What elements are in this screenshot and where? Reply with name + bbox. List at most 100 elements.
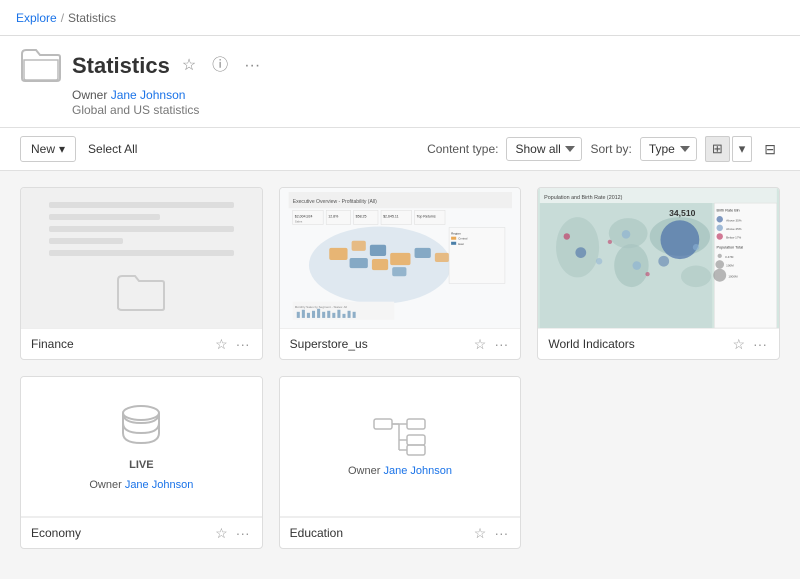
card-economy[interactable]: LIVE Owner Jane Johnson Economy ☆ ··· [20, 376, 263, 549]
owner-line: Owner Jane Johnson [72, 88, 780, 102]
superstore-chart-icon: Executive Overview - Profitability (All)… [284, 192, 517, 324]
svg-text:Sales: Sales [294, 219, 302, 223]
more-superstore-button[interactable]: ··· [492, 335, 510, 353]
svg-text:Top Returns: Top Returns [416, 214, 435, 218]
favorite-education-button[interactable]: ☆ [472, 524, 489, 542]
db-svg-icon [121, 403, 161, 451]
card-name-world: World Indicators [548, 337, 730, 351]
education-owner-info: Owner Jane Johnson [348, 465, 452, 477]
svg-text:$58.25: $58.25 [355, 214, 366, 218]
card-footer-superstore: Superstore_us ☆ ··· [280, 328, 521, 359]
favorite-economy-button[interactable]: ☆ [213, 524, 230, 542]
svg-text:Above 25%: Above 25% [727, 227, 743, 231]
more-economy-button[interactable]: ··· [234, 524, 252, 542]
breadcrumb-current: Statistics [68, 11, 116, 25]
svg-text:Birth Rate Bin: Birth Rate Bin [717, 209, 740, 213]
svg-text:Population Total: Population Total [717, 245, 744, 249]
card-footer-economy: Economy ☆ ··· [21, 517, 262, 548]
card-name-superstore: Superstore_us [290, 337, 472, 351]
filter-button[interactable]: ⊟ [760, 137, 780, 162]
page-title: Statistics [72, 53, 170, 79]
grid-view-button-2[interactable]: ▾ [732, 136, 753, 162]
finance-line-1 [49, 202, 234, 208]
favorite-finance-button[interactable]: ☆ [213, 335, 230, 353]
card-thumb-finance [21, 188, 262, 328]
favorite-superstore-button[interactable]: ☆ [472, 335, 489, 353]
breadcrumb-explore[interactable]: Explore [16, 11, 57, 25]
svg-text:Executive Overview - Profitabi: Executive Overview - Profitability (All) [292, 199, 376, 205]
header-section: Statistics ☆ ⓘ ··· Owner Jane Johnson Gl… [0, 36, 800, 128]
economy-owner-info: Owner Jane Johnson [89, 479, 193, 491]
finance-folder-icon [116, 272, 166, 314]
owner-link[interactable]: Jane Johnson [111, 88, 186, 102]
education-owner-label: Owner [348, 465, 383, 477]
flow-icon: Owner Jane Johnson [348, 377, 452, 516]
breadcrumb: Explore / Statistics [16, 11, 116, 25]
more-options-icon[interactable]: ··· [240, 56, 264, 76]
svg-text:Above 35%: Above 35% [727, 218, 743, 222]
card-footer-world: World Indicators ☆ ··· [538, 328, 779, 359]
svg-text:Region: Region [451, 232, 461, 236]
live-badge: LIVE [129, 459, 153, 471]
top-nav-bar: Explore / Statistics [0, 0, 800, 36]
card-education[interactable]: Owner Jane Johnson Education ☆ ··· [279, 376, 522, 549]
card-actions-education: ☆ ··· [472, 524, 511, 542]
economy-owner-link[interactable]: Jane Johnson [125, 479, 194, 491]
card-actions-world: ☆ ··· [730, 335, 769, 353]
finance-line-3 [49, 226, 234, 232]
more-education-button[interactable]: ··· [492, 524, 510, 542]
card-thumb-economy: LIVE Owner Jane Johnson [21, 377, 262, 517]
svg-text:Below 17%: Below 17% [727, 236, 742, 240]
more-finance-button[interactable]: ··· [234, 335, 252, 353]
breadcrumb-separator: / [61, 11, 64, 25]
svg-text:$2,004,924: $2,004,924 [294, 214, 312, 218]
content-type-label: Content type: [427, 142, 498, 156]
owner-label: Owner [72, 88, 107, 102]
view-toggle: ⊞ ▾ [705, 136, 752, 162]
economy-owner-label: Owner [89, 479, 124, 491]
sort-label: Sort by: [590, 142, 631, 156]
favorite-world-button[interactable]: ☆ [730, 335, 747, 353]
svg-text:0.47M: 0.47M [725, 255, 734, 259]
new-button-label: New [31, 142, 55, 156]
education-owner-link[interactable]: Jane Johnson [383, 465, 452, 477]
toolbar: New ▾ Select All Content type: Show all … [0, 128, 800, 171]
favorite-icon[interactable]: ☆ [178, 56, 200, 76]
card-world[interactable]: Population and Birth Rate (2012) [537, 187, 780, 360]
card-footer-finance: Finance ☆ ··· [21, 328, 262, 359]
sort-select[interactable]: Type [640, 137, 697, 161]
svg-text:Population and Birth Rate (201: Population and Birth Rate (2012) [545, 195, 623, 201]
finance-line-5 [49, 250, 234, 256]
svg-text:34,510: 34,510 [669, 208, 696, 218]
select-all-button[interactable]: Select All [88, 142, 137, 156]
finance-preview [39, 192, 244, 324]
finance-line-2 [49, 214, 160, 220]
svg-text:East: East [458, 242, 464, 246]
card-footer-education: Education ☆ ··· [280, 517, 521, 548]
world-chart-icon: Population and Birth Rate (2012) [538, 188, 779, 328]
subtitle: Global and US statistics [72, 103, 780, 117]
database-icon: LIVE Owner Jane Johnson [89, 377, 193, 516]
svg-text:12.8%: 12.8% [328, 214, 339, 218]
card-actions-economy: ☆ ··· [213, 524, 252, 542]
card-actions-finance: ☆ ··· [213, 335, 252, 353]
svg-text:1000M: 1000M [729, 274, 739, 278]
card-actions-superstore: ☆ ··· [472, 335, 511, 353]
card-superstore[interactable]: Executive Overview - Profitability (All)… [279, 187, 522, 360]
svg-text:$2,645.11: $2,645.11 [383, 214, 399, 218]
grid-view-button[interactable]: ⊞ [705, 136, 730, 162]
folder-icon [20, 48, 62, 84]
svg-text:100M: 100M [727, 264, 735, 268]
card-finance[interactable]: Finance ☆ ··· [20, 187, 263, 360]
more-world-button[interactable]: ··· [751, 335, 769, 353]
new-button[interactable]: New ▾ [20, 136, 76, 162]
info-icon[interactable]: ⓘ [208, 56, 232, 76]
content-type-select[interactable]: Show all [506, 137, 582, 161]
flow-svg-icon [372, 417, 427, 457]
svg-text:Monthly Sales by Segment - Sta: Monthly Sales by Segment - States: All [294, 305, 347, 309]
card-thumb-world: Population and Birth Rate (2012) [538, 188, 779, 328]
card-thumb-education: Owner Jane Johnson [280, 377, 521, 517]
items-grid: Finance ☆ ··· Executive Overview - Profi… [20, 187, 780, 549]
card-name-education: Education [290, 526, 472, 540]
card-name-finance: Finance [31, 337, 213, 351]
